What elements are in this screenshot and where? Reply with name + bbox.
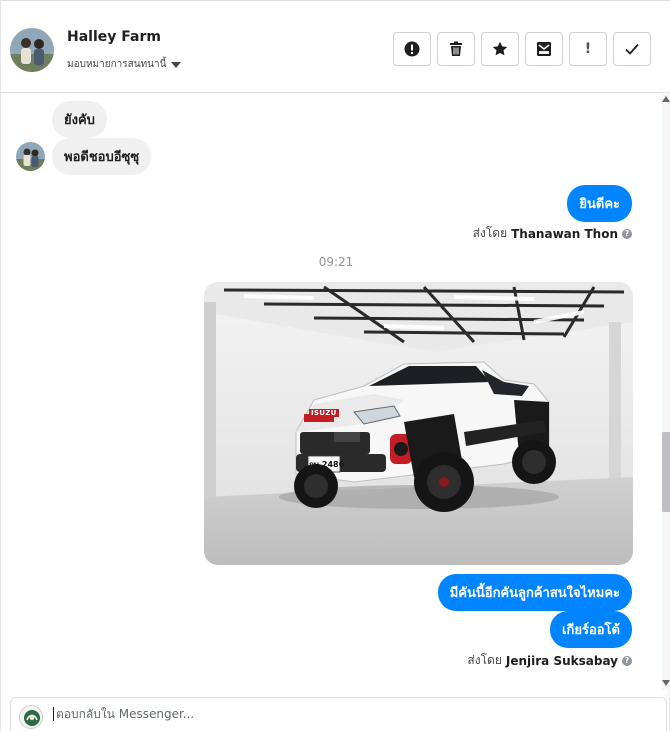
trash-icon bbox=[449, 41, 463, 57]
thread-scrollbar[interactable] bbox=[662, 94, 670, 690]
incoming-message[interactable]: พอดีชอบอีซุซุ bbox=[52, 138, 152, 175]
sent-by-prefix: ส่งโดย bbox=[467, 653, 502, 667]
star-button[interactable] bbox=[481, 32, 519, 66]
outgoing-message[interactable]: ยินดีคะ bbox=[567, 185, 632, 222]
scrollbar-thumb[interactable] bbox=[662, 432, 670, 512]
message-timestamp: 09:21 bbox=[318, 255, 354, 269]
mark-spam-button[interactable] bbox=[393, 32, 431, 66]
sent-by-name: Thanawan Thon bbox=[511, 226, 618, 241]
scroll-down-arrow-icon[interactable] bbox=[662, 680, 670, 686]
outgoing-message[interactable]: มีคันนี้อีกคันลูกค้าสนใจไหมคะ bbox=[437, 574, 632, 611]
page-avatar[interactable] bbox=[10, 28, 54, 72]
exclamation-icon: ! bbox=[584, 41, 592, 57]
info-icon[interactable]: ? bbox=[622, 655, 632, 666]
assign-label: มอบหมายการสนทนานี้ bbox=[67, 59, 167, 70]
follow-up-button[interactable]: ! bbox=[569, 32, 607, 66]
inbox-icon bbox=[536, 41, 552, 57]
sent-by-name: Jenjira Suksabay bbox=[505, 653, 618, 668]
incoming-message[interactable]: ยังคับ bbox=[52, 101, 107, 138]
conversation-header: Halley Farm มอบหมายการสนทนานี้ ! bbox=[1, 0, 670, 93]
sent-by-label: ส่งโดย Jenjira Suksabay ? bbox=[467, 651, 632, 670]
messenger-inbox: Halley Farm มอบหมายการสนทนานี้ ! ยังคับ … bbox=[0, 0, 670, 731]
star-icon bbox=[492, 41, 508, 57]
move-to-done-button[interactable] bbox=[525, 32, 563, 66]
assign-conversation-dropdown[interactable]: มอบหมายการสนทนานี้ bbox=[67, 57, 182, 72]
info-icon[interactable]: ? bbox=[622, 228, 632, 239]
license-plate: กษ 2486 bbox=[309, 460, 345, 469]
alert-circle-icon bbox=[404, 41, 420, 57]
mark-done-button[interactable] bbox=[613, 32, 651, 66]
sent-by-prefix: ส่งโดย bbox=[472, 226, 508, 240]
reply-composer bbox=[10, 697, 667, 731]
page-title[interactable]: Halley Farm bbox=[67, 29, 161, 45]
checkmark-icon bbox=[625, 43, 639, 55]
conversation-toolbar: ! bbox=[393, 32, 651, 66]
caret-down-icon bbox=[171, 61, 182, 68]
outgoing-message[interactable]: เกียร์ออโต้ bbox=[550, 611, 632, 648]
isuzu-badge: ISUZU bbox=[309, 409, 339, 417]
customer-avatar bbox=[16, 142, 45, 171]
delete-button[interactable] bbox=[437, 32, 475, 66]
shared-photo[interactable]: ISUZU กษ 2486 bbox=[204, 282, 633, 565]
sent-by-label: ส่งโดย Thanawan Thon ? bbox=[473, 224, 632, 243]
scroll-up-arrow-icon[interactable] bbox=[662, 96, 670, 102]
page-avatar-small bbox=[19, 705, 43, 729]
reply-input[interactable] bbox=[53, 707, 643, 721]
message-thread[interactable]: ยังคับ พอดีชอบอีซุซุ ยินดีคะ ส่งโดย Than… bbox=[1, 94, 670, 690]
